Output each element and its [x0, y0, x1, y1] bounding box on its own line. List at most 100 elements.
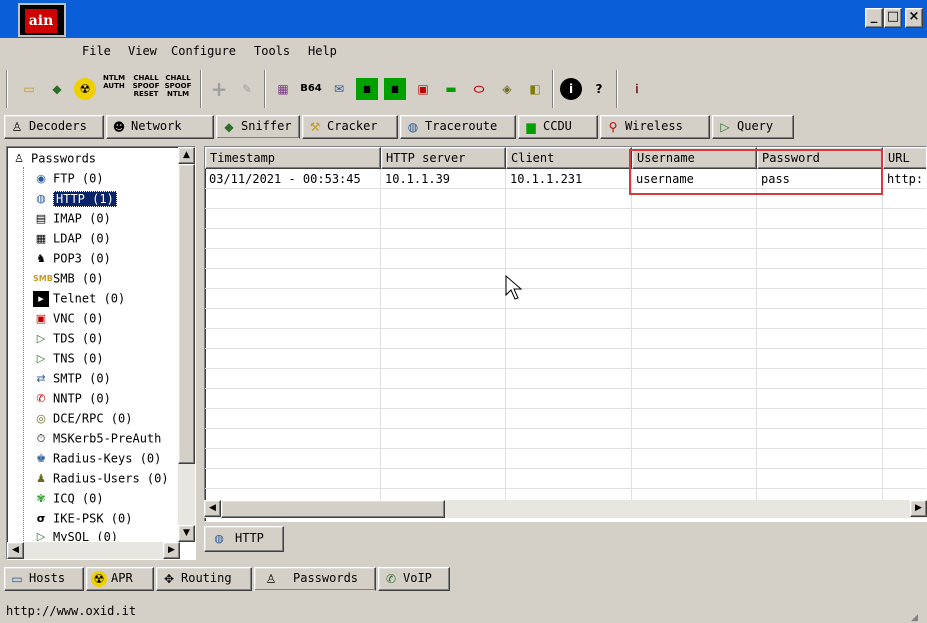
empty-table-row [205, 269, 926, 289]
certificate-icon[interactable]: ▦ [272, 78, 294, 100]
tree-item-ldap[interactable]: ▦ LDAP (0) [33, 229, 111, 247]
menu-help[interactable]: Help [308, 44, 337, 58]
table-scroll-right-button[interactable]: ▶ [910, 500, 927, 517]
tree-item-imap[interactable]: ▤ IMAP (0) [33, 209, 111, 227]
tree-item-nntp[interactable]: ✆ NNTP (0) [33, 389, 110, 407]
passwords-tab-icon: ♙ [265, 572, 277, 586]
tree-horizontal-scrollbar[interactable]: ◀ ▶ [7, 542, 180, 559]
tab-ccdu[interactable]: ▆ CCDU [518, 115, 598, 139]
chall-spoof-ntlm-icon[interactable]: CHALL SPOOF NTLM [164, 74, 192, 98]
wireless-keys-icon[interactable]: ▬ [440, 78, 462, 100]
ntlm-auth-icon[interactable]: NTLM AUTH [100, 74, 128, 90]
empty-cell [883, 329, 926, 349]
menu-file[interactable]: File [82, 44, 111, 58]
cisco-icon[interactable]: ⬭ [468, 78, 490, 100]
http-icon: ◍ [36, 191, 46, 205]
tab-traceroute[interactable]: ◍ Traceroute [400, 115, 516, 139]
close-button[interactable]: × [905, 8, 923, 28]
tree-item-radius-users[interactable]: ♟ Radius-Users (0) [33, 469, 169, 487]
hash-calc-icon[interactable]: ✉ [328, 78, 350, 100]
tab-voip[interactable]: ✆ VoIP [378, 567, 450, 591]
tab-passwords[interactable]: ♙ Passwords [254, 567, 376, 591]
tree-item-icq[interactable]: ✾ ICQ (0) [33, 489, 103, 507]
empty-cell [506, 189, 632, 209]
tree-item-smb[interactable]: SMBSMB (0) [33, 269, 104, 287]
tab-decoders[interactable]: ♙ Decoders [4, 115, 104, 139]
scroll-down-button[interactable]: ▼ [178, 525, 195, 542]
title-bar[interactable]: ain _ □ × [0, 0, 927, 38]
tree-item-vnc[interactable]: ▣ VNC (0) [33, 309, 104, 327]
empty-table-row [205, 329, 926, 349]
tree-item-telnet[interactable]: ▸ Telnet (0) [33, 289, 125, 307]
column-http-server[interactable]: HTTP server [381, 147, 506, 169]
tab-sniffer[interactable]: ◆ Sniffer [216, 115, 300, 139]
empty-cell [757, 229, 883, 249]
tab-query[interactable]: ▷ Query [712, 115, 794, 139]
start-sniffer-icon[interactable]: ◆ [46, 78, 68, 100]
resize-grip-icon[interactable]: ◢ [911, 607, 925, 623]
column-url[interactable]: URL [883, 147, 926, 169]
table-scroll-left-button[interactable]: ◀ [204, 500, 221, 517]
column-timestamp[interactable]: Timestamp [205, 147, 381, 169]
empty-cell [205, 269, 381, 289]
rdp-icon[interactable]: ▣ [412, 78, 434, 100]
app-logo-icon[interactable]: ain [18, 3, 66, 37]
empty-cell [506, 309, 632, 329]
tab-wireless[interactable]: ⚲ Wireless [600, 115, 710, 139]
tree-scroll-thumb[interactable] [178, 164, 195, 464]
tree-item-mysql[interactable]: ▷ MySQL (0) [33, 529, 118, 541]
chall-spoof-reset-icon[interactable]: CHALL SPOOF RESET [132, 74, 160, 98]
tree-item-http[interactable]: ◍ HTTP (1) [33, 189, 117, 207]
tree-item-smtp[interactable]: ⇄ SMTP (0) [33, 369, 110, 387]
empty-cell [381, 369, 506, 389]
exit-icon[interactable]: Ꭵ [626, 78, 648, 100]
apr-icon: ☢ [91, 571, 107, 587]
toolbar: ▭ ◆ ☢ NTLM AUTH CHALL SPOOF RESET CHALL … [6, 66, 922, 112]
minimize-button[interactable]: _ [865, 8, 883, 28]
credentials-table[interactable]: Timestamp HTTP server Client Username Pa… [204, 146, 927, 522]
scroll-right-button[interactable]: ▶ [163, 542, 180, 559]
tree-item-ftp[interactable]: ◉ FTP (0) [33, 169, 103, 187]
empty-table-row [205, 249, 926, 269]
help-icon[interactable]: ? [588, 78, 610, 100]
info-icon[interactable]: i [560, 78, 582, 100]
lsa-secrets-icon[interactable]: ▆ [356, 78, 378, 100]
empty-cell [381, 269, 506, 289]
menu-configure[interactable]: Configure [171, 44, 236, 58]
vpn-icon[interactable]: ▆ [384, 78, 406, 100]
add-icon[interactable]: + [208, 78, 230, 100]
ccdu-icon: ▆ [526, 120, 536, 134]
password-icon[interactable]: ◧ [524, 78, 546, 100]
scroll-up-button[interactable]: ▲ [178, 147, 195, 164]
tree-item-pop3[interactable]: ♞ POP3 (0) [33, 249, 111, 267]
tree-root-passwords[interactable]: ♙ Passwords [11, 149, 96, 167]
tree-vertical-scrollbar[interactable]: ▲ ▼ [178, 147, 195, 542]
open-folder-icon[interactable]: ▭ [18, 78, 40, 100]
empty-cell [381, 349, 506, 369]
tree-item-ike-psk[interactable]: σ IKE-PSK (0) [33, 509, 133, 527]
tree-item-radius-keys[interactable]: ♚ Radius-Keys (0) [33, 449, 161, 467]
tab-http-results[interactable]: ◍ HTTP [204, 526, 284, 552]
empty-cell [506, 269, 632, 289]
menu-view[interactable]: View [128, 44, 157, 58]
column-client[interactable]: Client [506, 147, 632, 169]
tab-network[interactable]: ☻ Network [106, 115, 214, 139]
tab-cracker[interactable]: ⚒ Cracker [302, 115, 398, 139]
box-icon[interactable]: ◈ [496, 78, 518, 100]
tree-item-tns[interactable]: ▷ TNS (0) [33, 349, 104, 367]
maximize-button[interactable]: □ [884, 8, 902, 28]
tab-hosts[interactable]: ▭ Hosts [4, 567, 84, 591]
scroll-left-button[interactable]: ◀ [7, 542, 24, 559]
base64-icon[interactable]: B64 [300, 78, 322, 100]
tree-item-tds[interactable]: ▷ TDS (0) [33, 329, 104, 347]
table-scroll-thumb[interactable] [221, 500, 445, 518]
tree-item-mskerb[interactable]: ⏱ MSKerb5-PreAuth [33, 429, 162, 447]
protocol-tree[interactable]: ♙ Passwords ◉ FTP (0) ◍ HTTP (1) ▤ IMAP (0) … [6, 146, 196, 560]
delete-icon[interactable]: ✎ [236, 78, 258, 100]
tab-apr[interactable]: ☢ APR [86, 567, 154, 591]
apr-poison-icon[interactable]: ☢ [74, 78, 96, 100]
menu-tools[interactable]: Tools [254, 44, 290, 58]
table-horizontal-scrollbar[interactable]: ◀ ▶ [204, 500, 927, 518]
tree-item-dcerpc[interactable]: ◎ DCE/RPC (0) [33, 409, 132, 427]
tab-routing[interactable]: ✥ Routing [156, 567, 252, 591]
